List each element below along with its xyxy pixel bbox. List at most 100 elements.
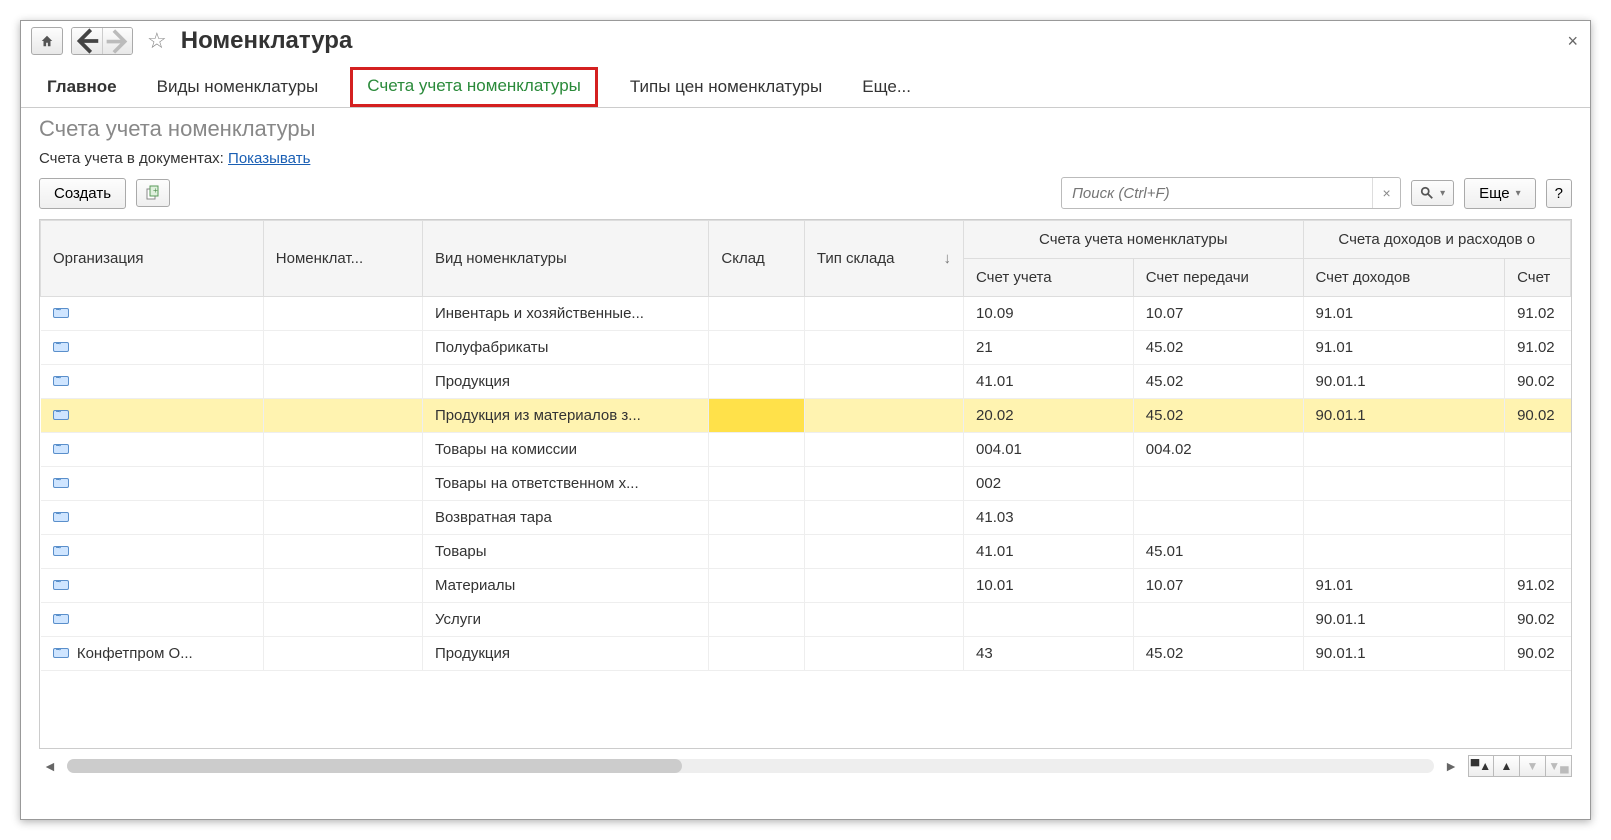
cell-warehouse [709,603,804,637]
cell-type: Товары [422,535,708,569]
cell-expense: 90.02 [1505,399,1571,433]
table-row[interactable]: Материалы10.0110.0791.0191.02 [41,569,1571,603]
tab-price-types[interactable]: Типы цен номенклатуры [622,71,830,107]
cell-nomen [263,365,422,399]
back-button[interactable] [72,28,102,54]
cell-transfer: 45.01 [1133,535,1303,569]
cell-nomen [263,569,422,603]
cell-transfer: 004.02 [1133,433,1303,467]
tabs: Главное Виды номенклатуры Счета учета но… [21,61,1590,108]
close-icon[interactable]: × [1567,31,1578,52]
search-field: × [1061,177,1401,209]
cell-type: Продукция [422,637,708,671]
search-clear-icon[interactable]: × [1372,178,1400,208]
scroll-thumb[interactable] [67,759,682,773]
row-icon [53,342,69,352]
cell-income [1303,535,1505,569]
cell-warehouse [709,365,804,399]
row-icon [53,308,69,318]
scroll-track[interactable] [67,759,1434,773]
cell-type: Товары на ответственном х... [422,467,708,501]
row-last-button[interactable]: ▼▄ [1546,755,1572,777]
cell-acc: 41.03 [964,501,1134,535]
col-acc-group[interactable]: Счета учета номенклатуры [964,221,1304,259]
table-row[interactable]: Возвратная тара41.03 [41,501,1571,535]
col-acc-income[interactable]: Счет доходов [1303,259,1505,297]
cell-acc [964,603,1134,637]
table-row[interactable]: Товары на ответственном х...002 [41,467,1571,501]
row-icon [53,546,69,556]
cell-type: Материалы [422,569,708,603]
table-row[interactable]: Товары41.0145.01 [41,535,1571,569]
table-row[interactable]: Конфетпром О...Продукция4345.0290.01.190… [41,637,1571,671]
cell-transfer: 45.02 [1133,399,1303,433]
table-row[interactable]: Продукция из материалов з...20.0245.0290… [41,399,1571,433]
home-button[interactable] [31,27,63,55]
cell-income: 90.01.1 [1303,637,1505,671]
search-input[interactable] [1062,178,1372,208]
tab-more[interactable]: Еще... [854,71,919,107]
cell-type: Услуги [422,603,708,637]
cell-warehouse-type [804,637,963,671]
row-up-button[interactable]: ▲ [1494,755,1520,777]
col-warehouse-type[interactable]: Тип склада↓ [804,221,963,297]
col-acc-partial[interactable]: Счет [1505,259,1571,297]
cell-acc: 10.09 [964,297,1134,331]
cell-transfer: 10.07 [1133,297,1303,331]
cell-transfer [1133,501,1303,535]
cell-income [1303,467,1505,501]
cell-type: Продукция из материалов з... [422,399,708,433]
cell-warehouse [709,637,804,671]
cell-warehouse-type [804,297,963,331]
row-down-button[interactable]: ▼ [1520,755,1546,777]
cell-expense: 90.02 [1505,603,1571,637]
tab-main[interactable]: Главное [39,71,125,107]
cell-warehouse [709,535,804,569]
search-button[interactable]: ▾ [1411,180,1454,206]
cell-income: 90.01.1 [1303,399,1505,433]
cell-type: Продукция [422,365,708,399]
favorite-icon[interactable]: ☆ [147,28,167,54]
scroll-left-icon[interactable]: ◄ [39,758,61,774]
col-nomen[interactable]: Номенклат... [263,221,422,297]
horizontal-scroll: ◄ ► ▀▲ ▲ ▼ ▼▄ [39,755,1572,777]
copy-button[interactable]: + [136,179,170,207]
help-button[interactable]: ? [1546,179,1572,208]
doc-info-label: Счета учета в документах: [39,150,228,167]
cell-income: 91.01 [1303,569,1505,603]
table-row[interactable]: Инвентарь и хозяйственные...10.0910.0791… [41,297,1571,331]
cell-income: 90.01.1 [1303,603,1505,637]
table-row[interactable]: Продукция41.0145.0290.01.190.02 [41,365,1571,399]
col-income-group[interactable]: Счета доходов и расходов о [1303,221,1570,259]
more-button[interactable]: Еще ▾ [1464,178,1536,209]
cell-warehouse-type [804,467,963,501]
forward-button[interactable] [102,28,132,54]
table-row[interactable]: Полуфабрикаты2145.0291.0191.02 [41,331,1571,365]
row-icon [53,614,69,624]
col-warehouse[interactable]: Склад [709,221,804,297]
col-acc-balance[interactable]: Счет учета [964,259,1134,297]
cell-expense: 91.02 [1505,331,1571,365]
cell-income [1303,501,1505,535]
row-icon [53,444,69,454]
cell-income [1303,433,1505,467]
row-first-button[interactable]: ▀▲ [1468,755,1494,777]
cell-acc: 21 [964,331,1134,365]
col-type[interactable]: Вид номенклатуры [422,221,708,297]
table-row[interactable]: Услуги 90.01.190.02 [41,603,1571,637]
tab-types[interactable]: Виды номенклатуры [149,71,327,107]
row-nav: ▀▲ ▲ ▼ ▼▄ [1468,755,1572,777]
col-org[interactable]: Организация [41,221,264,297]
doc-info-link[interactable]: Показывать [228,150,310,167]
cell-expense: 90.02 [1505,365,1571,399]
table-row[interactable]: Товары на комиссии004.01004.02 [41,433,1571,467]
cell-income: 90.01.1 [1303,365,1505,399]
data-table[interactable]: Организация Номенклат... Вид номенклатур… [39,219,1572,749]
scroll-right-icon[interactable]: ► [1440,758,1462,774]
col-acc-transfer[interactable]: Счет передачи [1133,259,1303,297]
page-title: Номенклатура [181,27,353,55]
tab-accounts[interactable]: Счета учета номенклатуры [350,67,598,107]
cell-warehouse-type [804,603,963,637]
cell-nomen [263,331,422,365]
create-button[interactable]: Создать [39,178,126,209]
